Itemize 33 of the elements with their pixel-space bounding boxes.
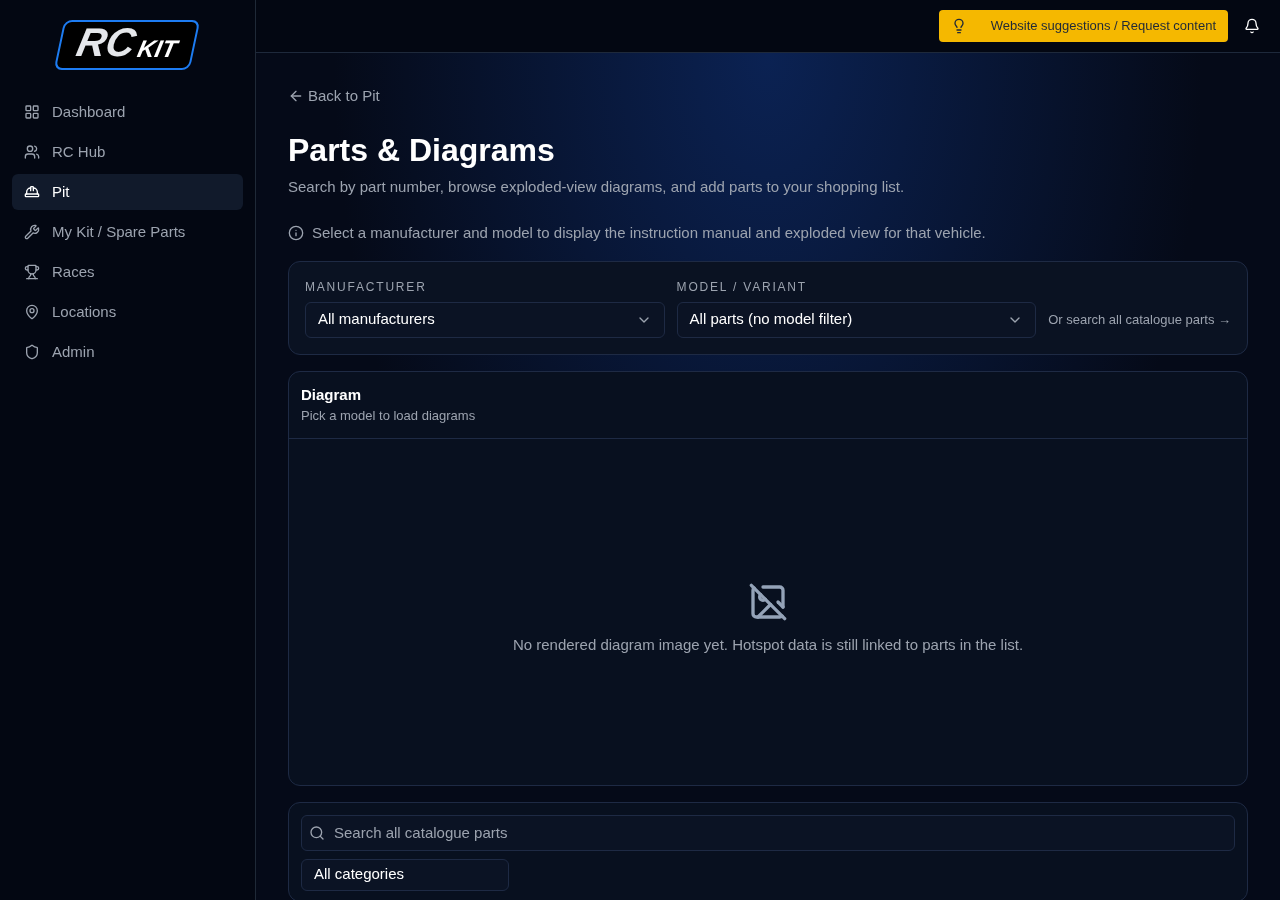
search-icon <box>309 824 325 841</box>
back-link[interactable]: Back to Pit <box>288 85 380 108</box>
field-label: MODEL / VARIANT <box>676 278 808 296</box>
trophy-icon <box>24 264 40 280</box>
map-pin-icon <box>24 304 40 320</box>
sidebar-item[interactable]: Admin <box>12 334 243 370</box>
page-subtitle: Search by part number, browse exploded-view diagrams, and add parts to your shopping list. <box>288 176 906 197</box>
catalogue-link[interactable]: Or search all catalogue parts → <box>1048 310 1231 330</box>
sidebar-item[interactable]: Dashboard <box>12 94 243 130</box>
wrench-icon <box>24 224 40 240</box>
sidebar-item[interactable]: My Kit / Spare Parts <box>12 214 243 250</box>
image-off-icon <box>748 582 788 623</box>
sidebar-item[interactable]: Races <box>12 254 243 290</box>
sidebar-item[interactable]: Pit <box>12 174 243 210</box>
notification-bell-icon[interactable] <box>1244 18 1260 34</box>
grid-icon <box>24 104 40 120</box>
users-icon <box>24 144 40 160</box>
panel-subtitle: Pick a model to load diagrams <box>301 407 477 425</box>
panel-title: Diagram <box>301 384 363 405</box>
category-select[interactable]: All categories <box>301 858 509 891</box>
hard-hat-icon <box>24 184 40 200</box>
sidebar-item[interactable]: Locations <box>12 294 243 330</box>
info-icon <box>288 225 304 242</box>
field-label: MANUFACTURER <box>305 278 428 296</box>
suggestions-button[interactable]: Website suggestions / Request content <box>938 10 1228 42</box>
shield-icon <box>24 344 40 360</box>
page-title: Parts & Diagrams <box>288 131 556 168</box>
sidebar-item[interactable]: RC Hub <box>12 134 243 170</box>
empty-message: No rendered diagram image yet. Hotspot data is still linked to parts in the list. <box>512 635 1024 656</box>
select-field[interactable]: All parts (no model filter) <box>676 301 1037 338</box>
info-text: Select a manufacturer and model to display the instruction manual and exploded view for that vehicle. <box>312 223 986 243</box>
select-field[interactable]: All manufacturers <box>305 301 665 338</box>
search-field[interactable]: Search all catalogue parts <box>301 814 1235 851</box>
